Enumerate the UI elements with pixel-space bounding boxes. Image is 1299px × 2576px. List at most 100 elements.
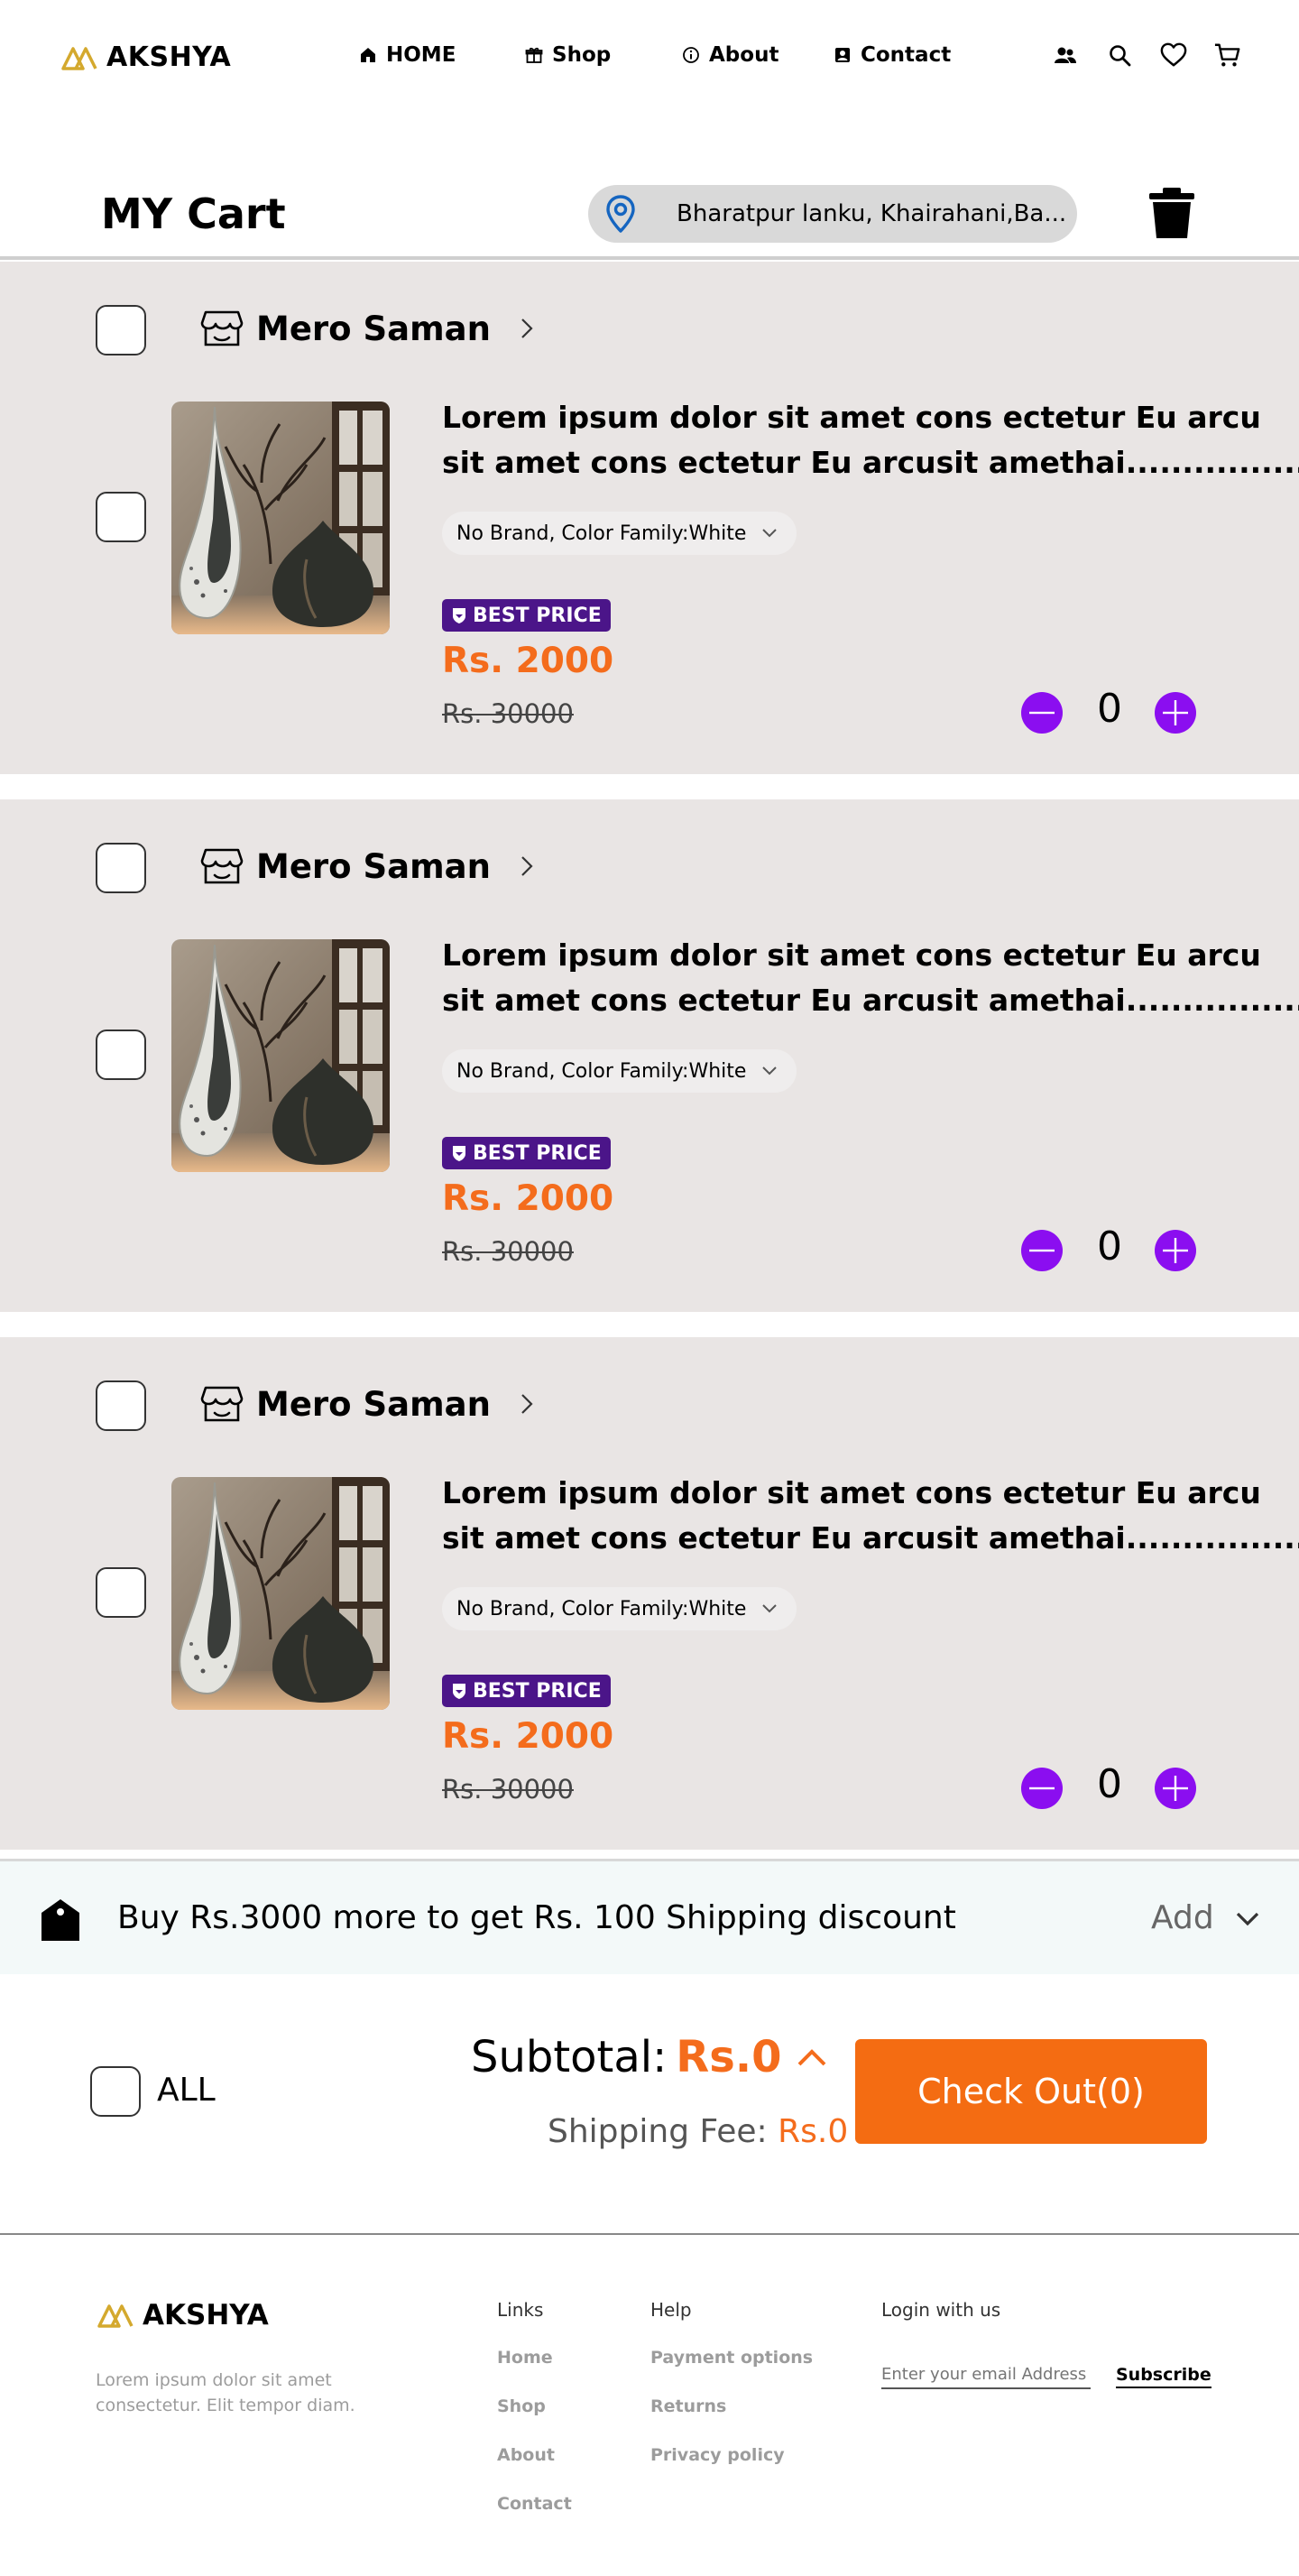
subtotal: Subtotal: Rs.0 xyxy=(471,2032,828,2082)
nav-contact-label: Contact xyxy=(861,43,952,67)
product-title[interactable]: Lorem ipsum dolor sit amet cons ectetur … xyxy=(442,933,1299,1023)
store-name[interactable]: Mero Saman xyxy=(256,1385,491,1424)
store-header: Mero Saman xyxy=(200,1382,538,1426)
gift-icon xyxy=(525,47,543,63)
minus-icon xyxy=(1029,1249,1055,1252)
nav-icons xyxy=(1052,42,1241,69)
store-select-checkbox[interactable] xyxy=(96,1380,146,1431)
product-title[interactable]: Lorem ipsum dolor sit amet cons ectetur … xyxy=(442,1471,1299,1561)
decrease-quantity-button[interactable] xyxy=(1021,1768,1063,1809)
home-icon xyxy=(361,48,375,62)
product-price: Rs. 2000 xyxy=(442,1178,614,1219)
cart-item: Mero Saman Lorem ipsum dolor sit amet co… xyxy=(0,799,1299,1312)
product-image[interactable] xyxy=(171,939,390,1172)
nav-home[interactable]: HOME xyxy=(359,43,525,67)
store-name[interactable]: Mero Saman xyxy=(256,847,491,886)
chevron-right-icon[interactable] xyxy=(516,853,538,880)
increase-quantity-button[interactable] xyxy=(1155,1768,1196,1809)
subtotal-value: Rs.0 xyxy=(676,2032,782,2082)
original-price: Rs. 30000 xyxy=(442,1236,574,1267)
shield-icon xyxy=(453,1146,465,1161)
product-price: Rs. 2000 xyxy=(442,1716,614,1757)
variant-selector[interactable]: No Brand, Color Family:White xyxy=(442,1587,797,1630)
delivery-address-selector[interactable]: Bharatpur lanku, Khairahani,Ba.... xyxy=(588,185,1077,243)
select-all-label: ALL xyxy=(157,2072,216,2109)
item-select-checkbox[interactable] xyxy=(96,1567,146,1618)
delivery-address-text: Bharatpur lanku, Khairahani,Ba.... xyxy=(677,200,1064,227)
chevron-up-icon[interactable] xyxy=(796,2046,828,2068)
product-title-line-2: sit amet cons ectetur Eu arcusit amethai… xyxy=(442,983,1299,1018)
price-tag-icon xyxy=(41,1899,79,1941)
footer-link-privacy-policy[interactable]: Privacy policy xyxy=(650,2445,813,2494)
add-more-link[interactable]: Add xyxy=(1151,1899,1214,1936)
trash-icon[interactable] xyxy=(1147,186,1196,240)
quantity-value: 0 xyxy=(1097,686,1122,732)
variant-selector[interactable]: No Brand, Color Family:White xyxy=(442,1049,797,1093)
subscribe-button[interactable]: Subscribe xyxy=(1116,2365,1211,2388)
variant-label: No Brand, Color Family:White xyxy=(456,1059,747,1083)
footer-divider xyxy=(0,2233,1299,2235)
store-select-checkbox[interactable] xyxy=(96,843,146,893)
shipping-fee-value: Rs.0 xyxy=(778,2113,849,2150)
brand-mark-icon xyxy=(97,2304,134,2328)
product-title[interactable]: Lorem ipsum dolor sit amet cons ectetur … xyxy=(442,395,1299,485)
cart-item: Mero Saman Lorem ipsum dolor sit amet co… xyxy=(0,1337,1299,1850)
footer-link-contact[interactable]: Contact xyxy=(497,2494,572,2543)
store-header: Mero Saman xyxy=(200,845,538,888)
increase-quantity-button[interactable] xyxy=(1155,1230,1196,1271)
store-icon xyxy=(200,848,244,884)
quantity-value: 0 xyxy=(1097,1761,1122,1807)
brand-logo[interactable]: AKSHYA xyxy=(61,42,231,73)
top-navbar: AKSHYA HOME Shop About Contact xyxy=(0,0,1299,117)
footer-link-about[interactable]: About xyxy=(497,2445,572,2494)
select-all-checkbox[interactable] xyxy=(90,2066,141,2117)
nav-shop[interactable]: Shop xyxy=(525,43,682,67)
search-icon[interactable] xyxy=(1106,42,1133,69)
nav-about[interactable]: About xyxy=(682,43,834,67)
minus-icon xyxy=(1029,1787,1055,1790)
footer-link-payment-options[interactable]: Payment options xyxy=(650,2348,813,2396)
plus-icon xyxy=(1163,700,1188,725)
footer-link-home[interactable]: Home xyxy=(497,2348,572,2396)
shield-icon xyxy=(453,608,465,623)
item-select-checkbox[interactable] xyxy=(96,492,146,542)
chevron-down-icon xyxy=(762,1604,778,1613)
footer-login-title: Login with us xyxy=(881,2299,1001,2321)
footer-brand-name: AKSHYA xyxy=(143,2299,269,2331)
footer-link-returns[interactable]: Returns xyxy=(650,2396,813,2445)
increase-quantity-button[interactable] xyxy=(1155,692,1196,734)
footer-help-title: Help xyxy=(650,2299,692,2321)
chevron-right-icon[interactable] xyxy=(516,1390,538,1417)
best-price-badge: BEST PRICE xyxy=(442,1137,611,1169)
chevron-right-icon[interactable] xyxy=(516,315,538,342)
footer-brand-logo[interactable]: AKSHYA xyxy=(97,2299,269,2331)
variant-label: No Brand, Color Family:White xyxy=(456,522,747,545)
store-name[interactable]: Mero Saman xyxy=(256,309,491,348)
nav-shop-label: Shop xyxy=(552,43,612,67)
checkout-button[interactable]: Check Out(0) xyxy=(855,2039,1207,2144)
product-image[interactable] xyxy=(171,402,390,634)
variant-selector[interactable]: No Brand, Color Family:White xyxy=(442,512,797,555)
nav-contact[interactable]: Contact xyxy=(834,43,951,67)
shipping-discount-text: Buy Rs.3000 more to get Rs. 100 Shipping… xyxy=(117,1899,956,1936)
cart-icon[interactable] xyxy=(1214,42,1241,69)
best-price-badge: BEST PRICE xyxy=(442,1675,611,1707)
users-icon[interactable] xyxy=(1052,42,1079,69)
decrease-quantity-button[interactable] xyxy=(1021,1230,1063,1271)
decrease-quantity-button[interactable] xyxy=(1021,692,1063,734)
nav-about-label: About xyxy=(709,43,779,67)
best-price-badge: BEST PRICE xyxy=(442,599,611,632)
footer-link-shop[interactable]: Shop xyxy=(497,2396,572,2445)
product-price: Rs. 2000 xyxy=(442,641,614,681)
footer-links-column: Links Home Shop About Contact xyxy=(497,2299,572,2543)
store-select-checkbox[interactable] xyxy=(96,305,146,355)
brand-name: AKSHYA xyxy=(106,42,232,73)
item-select-checkbox[interactable] xyxy=(96,1029,146,1080)
variant-label: No Brand, Color Family:White xyxy=(456,1597,747,1620)
product-image[interactable] xyxy=(171,1477,390,1710)
newsletter-email-input[interactable] xyxy=(881,2365,1091,2389)
heart-icon[interactable] xyxy=(1160,42,1187,69)
shipping-fee: Shipping Fee: Rs.0 xyxy=(548,2113,848,2150)
chevron-down-icon[interactable] xyxy=(1234,1908,1261,1930)
nav-links: HOME Shop About Contact xyxy=(359,43,951,67)
